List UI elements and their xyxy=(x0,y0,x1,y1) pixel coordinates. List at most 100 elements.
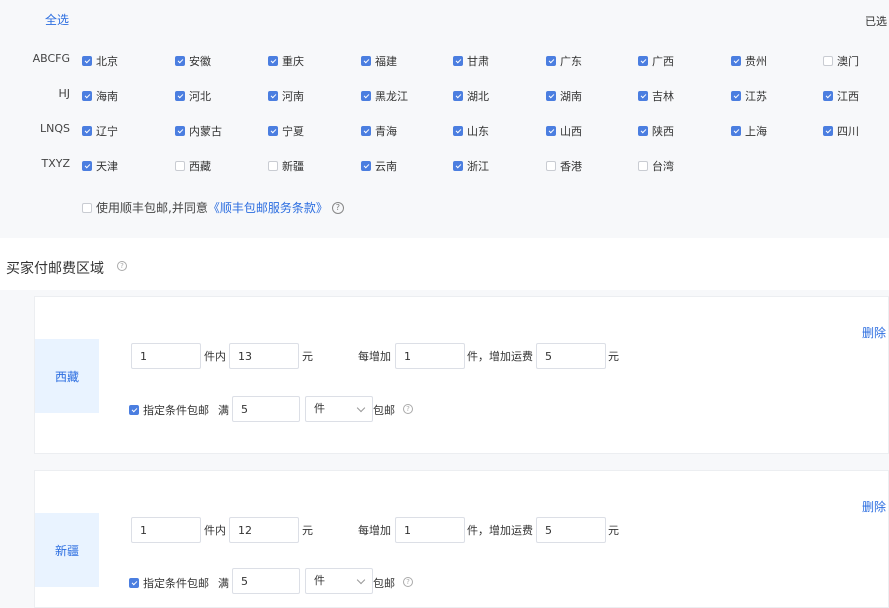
province-option[interactable]: 山东 xyxy=(453,123,489,139)
province-checkbox[interactable] xyxy=(731,91,741,101)
province-option[interactable]: 新疆 xyxy=(268,158,304,174)
select-all-link[interactable]: 全选 xyxy=(45,11,69,28)
first-fee-input[interactable] xyxy=(229,517,299,543)
province-checkbox[interactable] xyxy=(731,126,741,136)
condition-unit-select[interactable]: 件 xyxy=(305,396,373,422)
province-checkbox[interactable] xyxy=(175,91,185,101)
province-option[interactable]: 宁夏 xyxy=(268,123,304,139)
province-checkbox[interactable] xyxy=(82,126,92,136)
province-checkbox[interactable] xyxy=(453,56,463,66)
sf-agreement[interactable]: 使用顺丰包邮,并同意 《顺丰包邮服务条款》 ? xyxy=(82,199,344,216)
province-option[interactable]: 天津 xyxy=(82,158,118,174)
province-option[interactable]: 甘肃 xyxy=(453,53,489,69)
province-option[interactable]: 安徽 xyxy=(175,53,211,69)
province-checkbox[interactable] xyxy=(82,91,92,101)
province-checkbox[interactable] xyxy=(268,161,278,171)
province-checkbox[interactable] xyxy=(546,56,556,66)
province-checkbox[interactable] xyxy=(268,91,278,101)
conditional-free-option[interactable]: 指定条件包邮 xyxy=(129,402,209,418)
province-option[interactable]: 澳门 xyxy=(823,53,859,69)
conditional-free-checkbox[interactable] xyxy=(129,405,139,415)
province-checkbox[interactable] xyxy=(82,161,92,171)
province-option[interactable]: 黑龙江 xyxy=(361,88,408,104)
first-fee-input[interactable] xyxy=(229,343,299,369)
question-circle-icon[interactable]: ? xyxy=(403,577,413,587)
province-checkbox[interactable] xyxy=(546,91,556,101)
province-checkbox[interactable] xyxy=(175,161,185,171)
province-option[interactable]: 福建 xyxy=(361,53,397,69)
add-qty-input[interactable] xyxy=(395,343,465,369)
province-checkbox[interactable] xyxy=(361,126,371,136)
delete-button[interactable]: 删除 xyxy=(862,324,886,341)
add-qty-input[interactable] xyxy=(395,517,465,543)
province-checkbox[interactable] xyxy=(638,161,648,171)
province-label: 贵州 xyxy=(745,55,767,68)
condition-unit-select[interactable]: 件 xyxy=(305,568,373,594)
province-label: 香港 xyxy=(560,160,582,173)
province-option[interactable]: 四川 xyxy=(823,123,859,139)
province-checkbox[interactable] xyxy=(175,126,185,136)
province-option[interactable]: 陕西 xyxy=(638,123,674,139)
province-checkbox[interactable] xyxy=(731,56,741,66)
province-option[interactable]: 贵州 xyxy=(731,53,767,69)
condition-value-input[interactable] xyxy=(232,568,300,594)
question-circle-icon[interactable]: ? xyxy=(403,404,413,414)
province-option[interactable]: 北京 xyxy=(82,53,118,69)
add-fee-label: 件，增加运费 xyxy=(467,524,533,537)
first-qty-input[interactable] xyxy=(131,517,201,543)
province-option[interactable]: 辽宁 xyxy=(82,123,118,139)
province-option[interactable]: 河北 xyxy=(175,88,211,104)
province-option[interactable]: 山西 xyxy=(546,123,582,139)
province-checkbox[interactable] xyxy=(453,161,463,171)
province-option[interactable]: 广东 xyxy=(546,53,582,69)
province-option[interactable]: 上海 xyxy=(731,123,767,139)
province-option[interactable]: 西藏 xyxy=(175,158,211,174)
province-checkbox[interactable] xyxy=(361,91,371,101)
province-checkbox[interactable] xyxy=(453,91,463,101)
province-checkbox[interactable] xyxy=(175,56,185,66)
question-circle-icon[interactable]: ? xyxy=(117,261,127,271)
agreement-checkbox[interactable] xyxy=(82,202,92,213)
province-option[interactable]: 湖北 xyxy=(453,88,489,104)
province-option[interactable]: 广西 xyxy=(638,53,674,69)
province-option[interactable]: 重庆 xyxy=(268,53,304,69)
province-checkbox[interactable] xyxy=(823,126,833,136)
province-checkbox[interactable] xyxy=(82,56,92,66)
province-option[interactable]: 台湾 xyxy=(638,158,674,174)
agreement-terms-link[interactable]: 《顺丰包邮服务条款》 xyxy=(208,199,328,216)
province-option[interactable]: 青海 xyxy=(361,123,397,139)
question-circle-icon[interactable]: ? xyxy=(331,201,344,214)
province-option[interactable]: 吉林 xyxy=(638,88,674,104)
add-fee-input[interactable] xyxy=(536,343,606,369)
pieces-within-label: 件内 xyxy=(204,350,226,363)
delete-button[interactable]: 删除 xyxy=(862,498,886,515)
province-option[interactable]: 内蒙古 xyxy=(175,123,222,139)
province-option[interactable]: 江西 xyxy=(823,88,859,104)
province-option[interactable]: 云南 xyxy=(361,158,397,174)
province-checkbox[interactable] xyxy=(361,56,371,66)
province-checkbox[interactable] xyxy=(823,56,833,66)
group-label: HJ xyxy=(58,87,70,100)
province-option[interactable]: 浙江 xyxy=(453,158,489,174)
province-checkbox[interactable] xyxy=(361,161,371,171)
province-option[interactable]: 香港 xyxy=(546,158,582,174)
province-option[interactable]: 海南 xyxy=(82,88,118,104)
add-fee-input[interactable] xyxy=(536,517,606,543)
province-checkbox[interactable] xyxy=(546,161,556,171)
condition-value-input[interactable] xyxy=(232,396,300,422)
province-option[interactable]: 江苏 xyxy=(731,88,767,104)
conditional-free-option[interactable]: 指定条件包邮 xyxy=(129,575,209,591)
province-checkbox[interactable] xyxy=(546,126,556,136)
province-checkbox[interactable] xyxy=(638,126,648,136)
province-checkbox[interactable] xyxy=(268,56,278,66)
conditional-free-checkbox[interactable] xyxy=(129,578,139,588)
first-qty-input[interactable] xyxy=(131,343,201,369)
province-option[interactable]: 河南 xyxy=(268,88,304,104)
province-option[interactable]: 湖南 xyxy=(546,88,582,104)
province-checkbox[interactable] xyxy=(453,126,463,136)
province-checkbox[interactable] xyxy=(638,91,648,101)
province-checkbox[interactable] xyxy=(823,91,833,101)
province-checkbox[interactable] xyxy=(268,126,278,136)
province-label: 安徽 xyxy=(189,55,211,68)
province-checkbox[interactable] xyxy=(638,56,648,66)
